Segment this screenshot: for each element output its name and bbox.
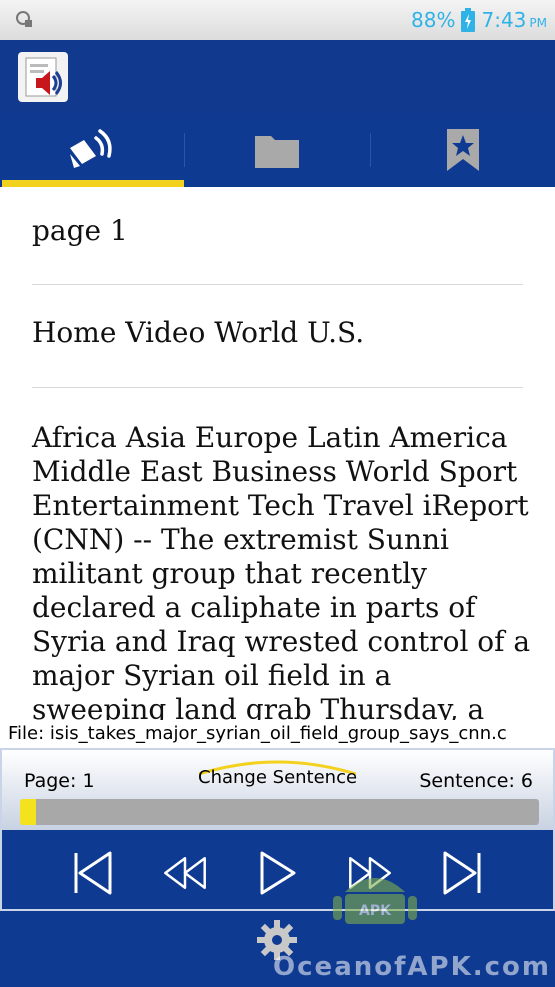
paragraph[interactable]: page 1: [32, 214, 128, 247]
page-label: Page: 1: [24, 770, 95, 792]
document-content[interactable]: page 1 Home Video World U.S. Africa Asia…: [0, 187, 555, 720]
app-bar: [0, 40, 555, 113]
sync-icon: [16, 11, 32, 27]
playback-controls: [2, 835, 553, 911]
player-info: Page: 1 Change Sentence Sentence: 6: [2, 750, 553, 830]
rewind-icon[interactable]: [162, 847, 208, 899]
tab-bookmarks[interactable]: [371, 113, 555, 187]
folder-icon: [255, 136, 300, 168]
file-label: File: isis_takes_major_syrian_oil_field_…: [0, 720, 555, 748]
progress-fill: [20, 799, 36, 825]
speaker-document-icon: [25, 57, 62, 97]
skip-to-end-icon[interactable]: [439, 847, 485, 899]
bookmark-star-icon: [446, 129, 479, 171]
svg-text:APK: APK: [359, 903, 392, 919]
status-right: 88% 7:43 PM: [411, 6, 547, 34]
divider: [32, 387, 523, 388]
speaker-icon: [70, 129, 112, 168]
player-panel: Page: 1 Change Sentence Sentence: 6: [0, 748, 555, 911]
battery-charging-icon: [461, 8, 476, 32]
android-logo-watermark: APK: [333, 878, 417, 924]
change-sentence-button[interactable]: Change Sentence: [198, 767, 357, 788]
clock: 7:43 PM: [481, 8, 547, 32]
tab-files[interactable]: [185, 113, 369, 187]
paragraph[interactable]: Africa Asia Europe Latin America Middle …: [32, 421, 532, 720]
tab-bar: [0, 113, 555, 187]
battery-percent: 88%: [411, 8, 456, 32]
divider: [32, 284, 523, 285]
sentence-label: Sentence: 6: [419, 770, 533, 792]
status-bar: 88% 7:43 PM: [0, 0, 555, 40]
skip-to-start-icon[interactable]: [70, 847, 116, 899]
watermark: OceanofAPK.com: [273, 952, 551, 982]
progress-slider[interactable]: [20, 799, 539, 825]
play-icon[interactable]: [254, 847, 300, 899]
app-logo[interactable]: [18, 52, 68, 102]
paragraph[interactable]: Home Video World U.S.: [32, 316, 364, 349]
tab-speak[interactable]: [0, 113, 185, 187]
